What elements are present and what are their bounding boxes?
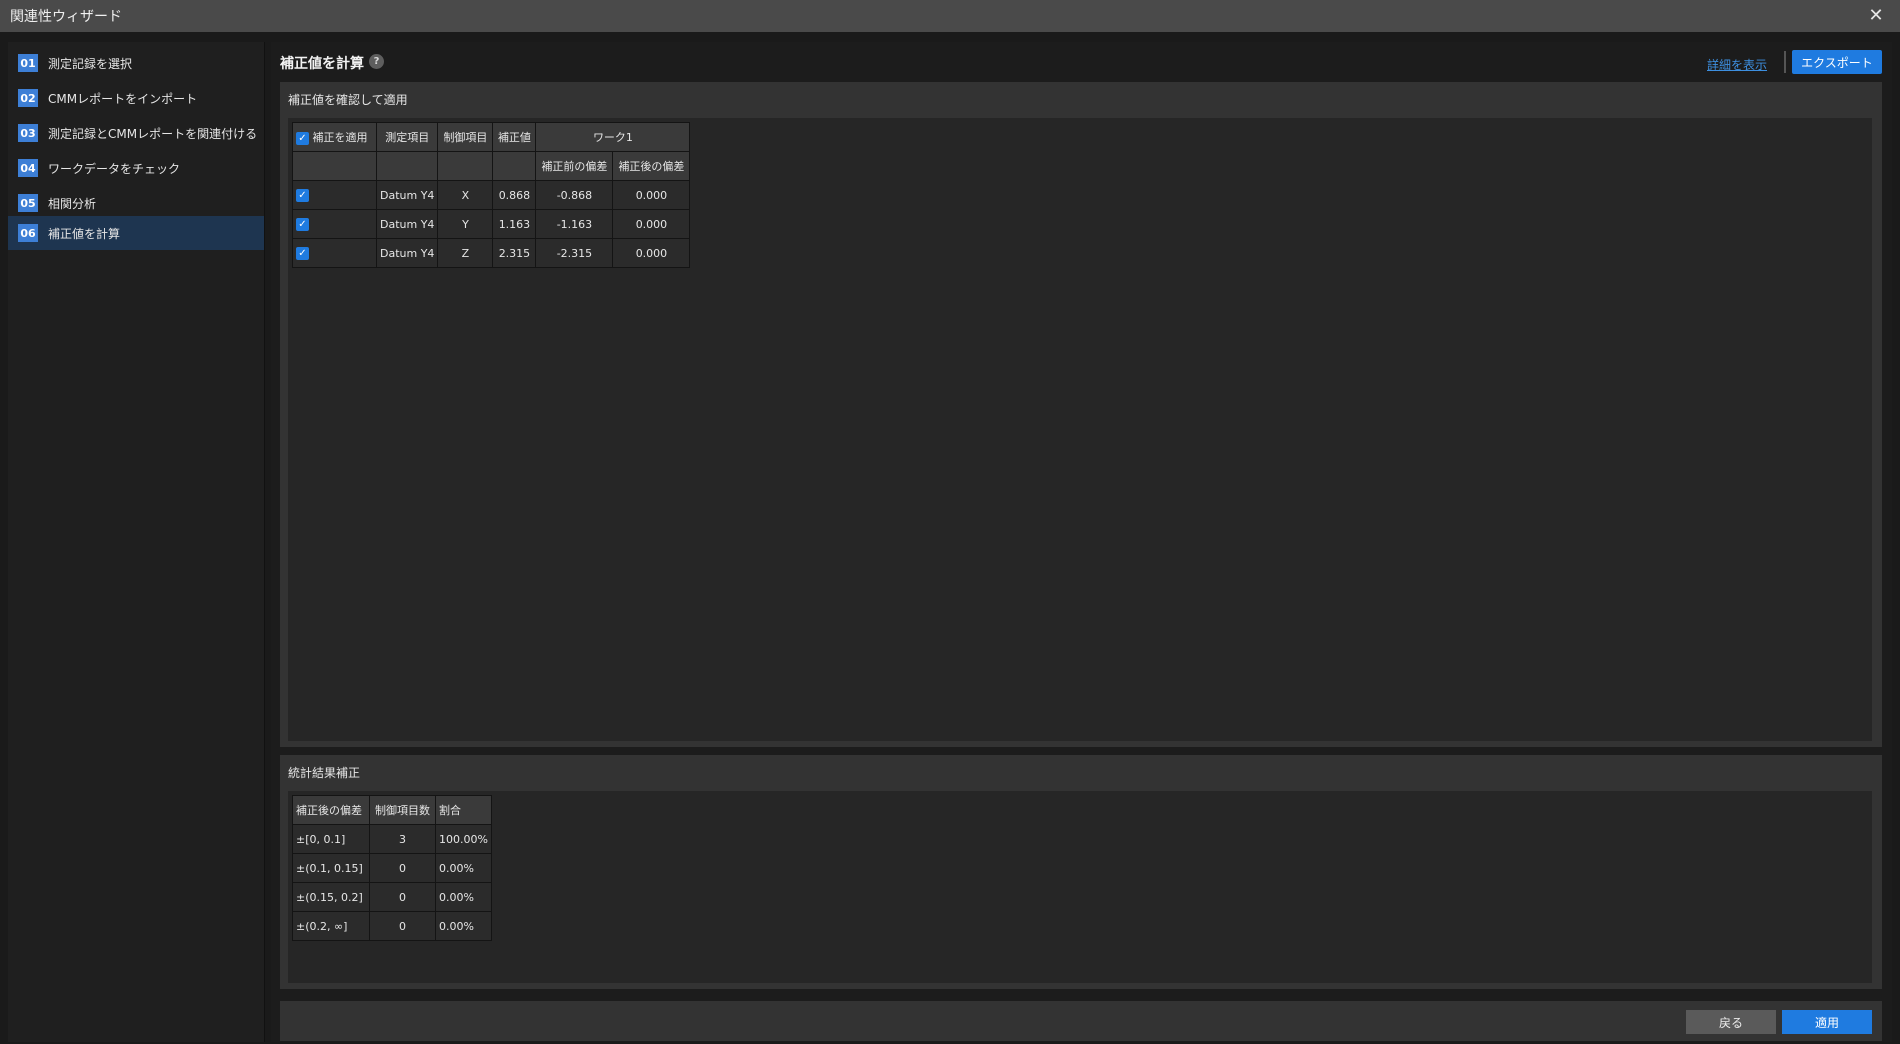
step-item-03[interactable]: 03 測定記録とCMMレポートを関連付ける bbox=[8, 116, 264, 150]
step-item-06[interactable]: 06 補正値を計算 bbox=[8, 216, 264, 250]
before-cell: -1.163 bbox=[535, 209, 614, 239]
step-number: 04 bbox=[18, 159, 38, 177]
apply-checkbox[interactable]: ✓ bbox=[296, 188, 309, 202]
statistics-table: 補正後の偏差 制御項目数 割合 ±[0, 0.1] 3 100.00% ±(0.… bbox=[292, 795, 492, 941]
apply-cell[interactable]: ✓ bbox=[292, 180, 377, 210]
header-blank bbox=[492, 151, 537, 181]
show-details-link[interactable]: 詳細を表示 bbox=[1707, 56, 1767, 73]
table-row: ✓ Datum Y4 Z 2.315 -2.315 0.000 bbox=[292, 238, 691, 268]
ratio-cell: 0.00% bbox=[435, 911, 492, 941]
statistics-panel: 統計結果補正 補正後の偏差 制御項目数 割合 ±[0, 0.1] 3 100.0… bbox=[280, 755, 1882, 989]
step-number: 02 bbox=[18, 89, 38, 107]
column-header: 制御項目数 bbox=[369, 795, 436, 825]
main-content: 補正値を計算 ? 詳細を表示 エクスポート 補正値を確認して適用 ✓ 補正を適用… bbox=[271, 42, 1892, 1042]
wizard-steps-sidebar: 01 測定記録を選択 02 CMMレポートをインポート 03 測定記録とCMMレ… bbox=[8, 42, 265, 1042]
range-cell: ±[0, 0.1] bbox=[292, 824, 370, 854]
ratio-cell: 0.00% bbox=[435, 853, 492, 883]
divider bbox=[1784, 51, 1786, 73]
before-cell: -2.315 bbox=[535, 238, 614, 268]
close-icon[interactable]: ✕ bbox=[1866, 6, 1886, 26]
correction-cell: 1.163 bbox=[492, 209, 537, 239]
count-cell: 0 bbox=[369, 882, 436, 912]
table-row: ✓ Datum Y4 X 0.868 -0.868 0.000 bbox=[292, 180, 691, 210]
apply-all-checkbox[interactable]: ✓ bbox=[296, 131, 309, 145]
page-title: 補正値を計算 bbox=[280, 56, 364, 72]
column-header: 補正を適用 bbox=[312, 131, 368, 144]
step-number: 05 bbox=[18, 194, 38, 212]
column-header: ワーク1 bbox=[535, 122, 691, 152]
apply-cell[interactable]: ✓ bbox=[292, 238, 377, 268]
correction-cell: 2.315 bbox=[492, 238, 537, 268]
measure-item-cell: Datum Y4 bbox=[375, 209, 439, 239]
correction-cell: 0.868 bbox=[492, 180, 537, 210]
step-label: 測定記録とCMMレポートを関連付ける bbox=[48, 126, 258, 141]
header-blank bbox=[437, 151, 494, 181]
apply-cell[interactable]: ✓ bbox=[292, 209, 377, 239]
step-number: 03 bbox=[18, 124, 38, 142]
column-header: 補正前の偏差 bbox=[535, 151, 614, 181]
apply-checkbox[interactable]: ✓ bbox=[296, 217, 309, 231]
measure-item-cell: Datum Y4 bbox=[375, 238, 439, 268]
window-body: 01 測定記録を選択 02 CMMレポートをインポート 03 測定記録とCMMレ… bbox=[0, 32, 1900, 1044]
before-cell: -0.868 bbox=[535, 180, 614, 210]
after-cell: 0.000 bbox=[612, 209, 691, 239]
control-item-cell: X bbox=[437, 180, 494, 210]
window-title: 関連性ウィザード bbox=[10, 9, 122, 25]
column-header: 補正後の偏差 bbox=[612, 151, 691, 181]
correction-table: ✓ 補正を適用 測定項目 制御項目 補正値 ワーク1 補正前の偏差 補正後の偏差… bbox=[292, 122, 691, 268]
count-cell: 0 bbox=[369, 911, 436, 941]
step-label: 測定記録を選択 bbox=[48, 56, 133, 71]
step-label: 相関分析 bbox=[48, 196, 97, 211]
step-number: 01 bbox=[18, 54, 38, 72]
table-row: ✓ Datum Y4 Y 1.163 -1.163 0.000 bbox=[292, 209, 691, 239]
header-blank bbox=[292, 151, 377, 181]
correction-review-panel: 補正値を確認して適用 ✓ 補正を適用 測定項目 制御項目 補正値 ワーク1 補正… bbox=[280, 82, 1882, 747]
column-header: 補正値 bbox=[492, 122, 537, 152]
step-label: 補正値を計算 bbox=[48, 226, 121, 241]
correction-table-area: ✓ 補正を適用 測定項目 制御項目 補正値 ワーク1 補正前の偏差 補正後の偏差… bbox=[288, 118, 1872, 741]
step-label: ワークデータをチェック bbox=[48, 161, 181, 176]
step-item-04[interactable]: 04 ワークデータをチェック bbox=[8, 151, 264, 185]
panel-title: 補正値を確認して適用 bbox=[288, 93, 408, 107]
export-button[interactable]: エクスポート bbox=[1792, 50, 1882, 74]
column-header: 制御項目 bbox=[437, 122, 494, 152]
measure-item-cell: Datum Y4 bbox=[375, 180, 439, 210]
apply-checkbox[interactable]: ✓ bbox=[296, 246, 309, 260]
count-cell: 0 bbox=[369, 853, 436, 883]
back-button[interactable]: 戻る bbox=[1686, 1010, 1776, 1034]
step-item-02[interactable]: 02 CMMレポートをインポート bbox=[8, 81, 264, 115]
control-item-cell: Y bbox=[437, 209, 494, 239]
table-row: ±(0.2, ∞] 0 0.00% bbox=[292, 911, 492, 941]
ratio-cell: 0.00% bbox=[435, 882, 492, 912]
step-number: 06 bbox=[18, 224, 38, 242]
help-icon[interactable]: ? bbox=[369, 54, 384, 69]
title-bar: 関連性ウィザード ✕ bbox=[0, 0, 1900, 32]
statistics-table-area: 補正後の偏差 制御項目数 割合 ±[0, 0.1] 3 100.00% ±(0.… bbox=[288, 791, 1872, 983]
apply-all-header[interactable]: ✓ 補正を適用 bbox=[292, 122, 377, 152]
count-cell: 3 bbox=[369, 824, 436, 854]
column-header: 測定項目 bbox=[375, 122, 439, 152]
table-row: ±(0.15, 0.2] 0 0.00% bbox=[292, 882, 492, 912]
panel-title: 統計結果補正 bbox=[288, 766, 361, 780]
step-item-01[interactable]: 01 測定記録を選択 bbox=[8, 46, 264, 80]
table-row: ±(0.1, 0.15] 0 0.00% bbox=[292, 853, 492, 883]
column-header: 割合 bbox=[435, 795, 492, 825]
column-header: 補正後の偏差 bbox=[292, 795, 370, 825]
control-item-cell: Z bbox=[437, 238, 494, 268]
ratio-cell: 100.00% bbox=[435, 824, 492, 854]
range-cell: ±(0.15, 0.2] bbox=[292, 882, 370, 912]
after-cell: 0.000 bbox=[612, 180, 691, 210]
apply-button[interactable]: 適用 bbox=[1782, 1010, 1872, 1034]
range-cell: ±(0.1, 0.15] bbox=[292, 853, 370, 883]
after-cell: 0.000 bbox=[612, 238, 691, 268]
header-blank bbox=[375, 151, 439, 181]
footer-bar: 戻る 適用 bbox=[280, 1001, 1882, 1041]
page-header: 補正値を計算 ? 詳細を表示 エクスポート bbox=[271, 42, 1892, 82]
step-item-05[interactable]: 05 相関分析 bbox=[8, 186, 264, 220]
table-row: ±[0, 0.1] 3 100.00% bbox=[292, 824, 492, 854]
step-label: CMMレポートをインポート bbox=[48, 91, 198, 106]
range-cell: ±(0.2, ∞] bbox=[292, 911, 370, 941]
